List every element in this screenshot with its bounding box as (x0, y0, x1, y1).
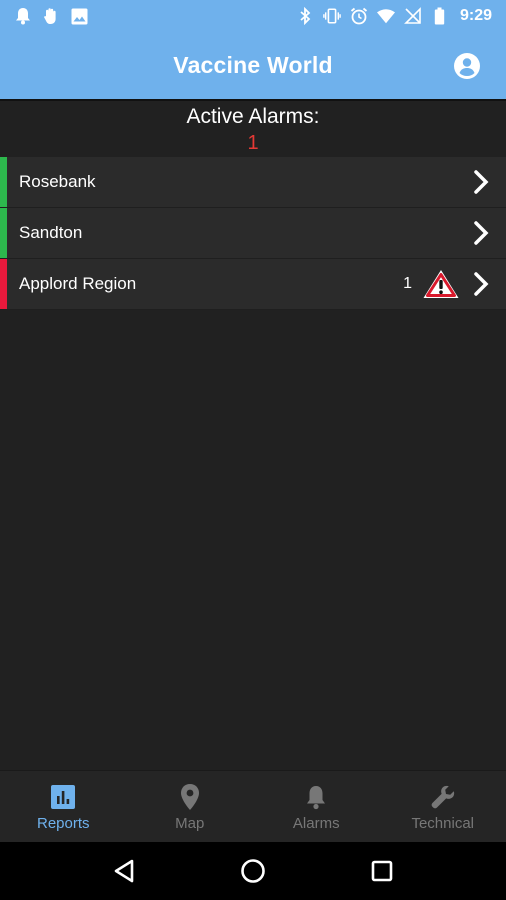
chevron-right-icon (470, 271, 492, 297)
home-button[interactable] (233, 851, 273, 891)
region-list: Rosebank Sandton Applord Region 1 (0, 157, 506, 310)
nav-label: Reports (36, 814, 90, 832)
bluetooth-icon (296, 7, 314, 25)
region-name: Rosebank (19, 172, 96, 191)
region-name: Sandton (19, 223, 83, 242)
status-left-icons (14, 7, 88, 25)
status-strip-ok (0, 208, 7, 258)
nav-label: Technical (411, 814, 475, 832)
wrench-icon (430, 783, 456, 811)
chevron-right-icon (470, 169, 492, 195)
row-right (470, 208, 492, 258)
region-row-sandton[interactable]: Sandton (0, 208, 506, 259)
status-strip-alarm (0, 259, 7, 309)
active-alarms-label: Active Alarms: (186, 105, 320, 128)
image-icon (70, 7, 88, 25)
row-right: 1 (403, 259, 492, 309)
home-circle-icon (241, 859, 265, 883)
bell-icon (303, 783, 329, 811)
nav-reports[interactable]: Reports (0, 771, 127, 843)
bottom-navigation: Reports Map Alarms Technical (0, 770, 506, 843)
recents-button[interactable] (362, 851, 402, 891)
back-button[interactable] (104, 851, 144, 891)
row-right (470, 157, 492, 207)
region-name: Applord Region (19, 274, 137, 293)
vibrate-icon (323, 7, 341, 25)
active-alarms-summary: Active Alarms: 1 (0, 101, 506, 157)
battery-icon (431, 7, 449, 25)
status-right-icons: 9:29 (296, 7, 492, 25)
system-navigation-bar (0, 842, 506, 900)
wifi-icon (376, 7, 395, 25)
nav-map[interactable]: Map (127, 771, 254, 843)
location-pin-icon (177, 783, 203, 811)
recents-square-icon (371, 860, 392, 882)
chevron-right-icon (470, 220, 492, 246)
hand-icon (42, 7, 60, 25)
notification-bell-icon (14, 7, 32, 25)
account-button[interactable] (452, 51, 482, 81)
alarm-clock-icon (350, 7, 368, 25)
region-row-applord-region[interactable]: Applord Region 1 (0, 259, 506, 310)
nav-alarms[interactable]: Alarms (253, 771, 380, 843)
region-alarm-count: 1 (403, 275, 412, 292)
nav-label: Alarms (292, 814, 340, 832)
bar-chart-icon (50, 783, 76, 811)
nav-label: Map (175, 814, 205, 832)
no-signal-icon (404, 7, 422, 25)
status-time: 9:29 (459, 7, 492, 24)
app-title: Vaccine World (173, 52, 333, 78)
account-circle-icon (454, 53, 480, 79)
warning-triangle-icon (422, 268, 460, 300)
active-alarms-count: 1 (247, 132, 259, 154)
app-bar: Vaccine World (0, 32, 506, 99)
status-bar: 9:29 (0, 0, 506, 32)
back-triangle-icon (115, 859, 134, 883)
region-row-rosebank[interactable]: Rosebank (0, 157, 506, 208)
status-strip-ok (0, 157, 7, 207)
nav-technical[interactable]: Technical (380, 771, 506, 843)
